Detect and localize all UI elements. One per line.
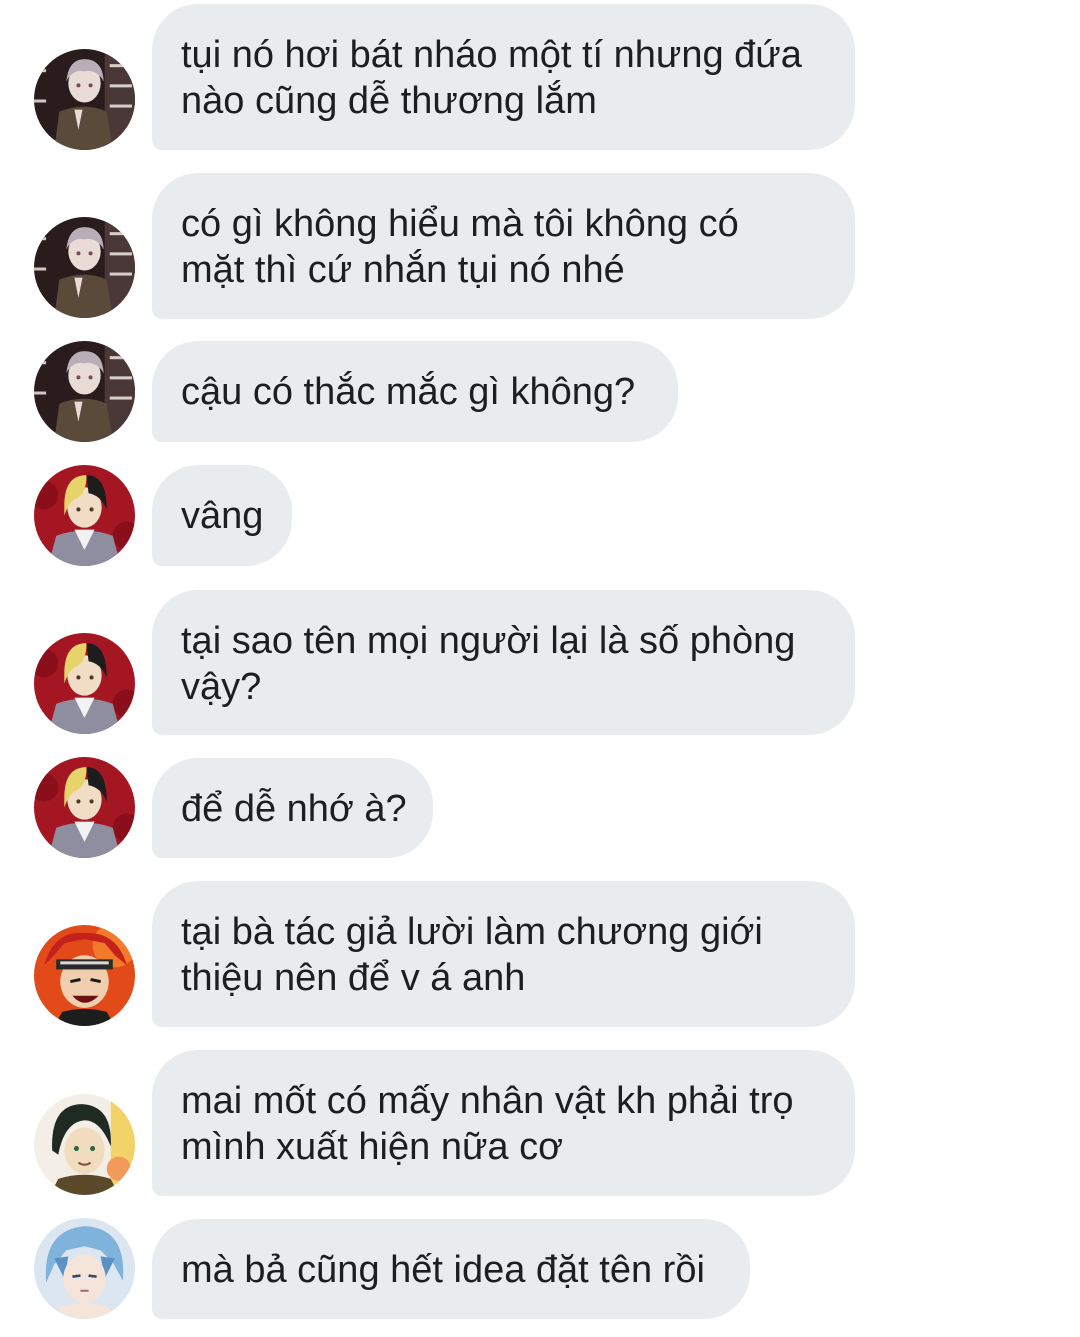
message-text-line: vậy?	[181, 666, 262, 708]
blonde-black-haired-character-avatar-icon	[34, 465, 135, 566]
avatar[interactable]	[34, 1218, 135, 1319]
message-bubble[interactable]: mai mốt có mấy nhân vật kh phải trọ mình…	[152, 1050, 855, 1196]
message-bubble[interactable]: tụi nó hơi bát nháo một tí nhưng đứa nào…	[152, 4, 855, 150]
message-text-line: để dễ nhớ à?	[181, 788, 407, 830]
message-text-line: mặt thì cứ nhắn tụi nó nhé	[181, 249, 625, 291]
avatar[interactable]	[34, 217, 135, 318]
avatar[interactable]	[34, 925, 135, 1026]
avatar[interactable]	[34, 633, 135, 734]
avatar[interactable]	[34, 341, 135, 442]
message-text-line: tại bà tác giả lười làm chương giới	[181, 911, 763, 953]
message-bubble[interactable]: tại bà tác giả lười làm chương giới thiệ…	[152, 881, 855, 1027]
message-bubble[interactable]: vâng	[152, 465, 292, 566]
red-haired-headband-character-avatar-icon	[34, 925, 135, 1026]
avatar[interactable]	[34, 465, 135, 566]
avatar[interactable]	[34, 49, 135, 150]
message-text-line: mình xuất hiện nữa cơ	[181, 1126, 564, 1168]
message-text-line: tụi nó hơi bát nháo một tí nhưng đứa	[181, 34, 802, 76]
message-bubble[interactable]: tại sao tên mọi người lại là số phòng vậ…	[152, 590, 855, 735]
message-bubble[interactable]: cậu có thắc mắc gì không?	[152, 341, 678, 442]
avatar[interactable]	[34, 1094, 135, 1195]
message-text-line: có gì không hiểu mà tôi không có	[181, 203, 739, 245]
message-bubble[interactable]: có gì không hiểu mà tôi không có mặt thì…	[152, 173, 855, 319]
blonde-black-haired-character-avatar-icon	[34, 757, 135, 858]
message-text-line: nào cũng dễ thương lắm	[181, 80, 597, 122]
gray-haired-character-avatar-icon	[34, 49, 135, 150]
chat-thread[interactable]: tụi nó hơi bát nháo một tí nhưng đứa nào…	[0, 0, 1080, 1337]
blonde-black-haired-character-avatar-icon	[34, 633, 135, 734]
dark-green-haired-character-avatar-icon	[34, 1094, 135, 1195]
message-text-line: thiệu nên để v á anh	[181, 957, 526, 999]
gray-haired-character-avatar-icon	[34, 341, 135, 442]
message-text-line: mà bả cũng hết idea đặt tên rồi	[181, 1249, 705, 1291]
message-text-line: mai mốt có mấy nhân vật kh phải trọ	[181, 1080, 794, 1122]
avatar[interactable]	[34, 757, 135, 858]
message-text-line: tại sao tên mọi người lại là số phòng	[181, 620, 796, 662]
message-text-line: cậu có thắc mắc gì không?	[181, 371, 636, 413]
blue-haired-character-avatar-icon	[34, 1218, 135, 1319]
message-text-line: vâng	[181, 495, 264, 537]
message-bubble[interactable]: mà bả cũng hết idea đặt tên rồi	[152, 1219, 750, 1319]
gray-haired-character-avatar-icon	[34, 217, 135, 318]
message-bubble[interactable]: để dễ nhớ à?	[152, 758, 433, 858]
